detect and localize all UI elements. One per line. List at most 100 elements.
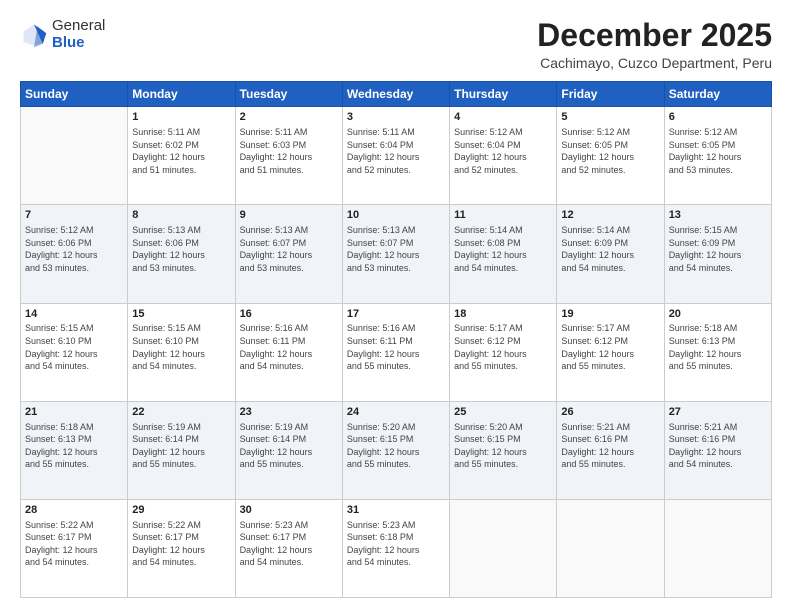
table-row: 13Sunrise: 5:15 AM Sunset: 6:09 PM Dayli… xyxy=(664,205,771,303)
day-number: 10 xyxy=(347,208,445,223)
day-detail: Sunrise: 5:15 AM Sunset: 6:10 PM Dayligh… xyxy=(132,322,230,372)
day-number: 14 xyxy=(25,307,123,322)
table-row: 30Sunrise: 5:23 AM Sunset: 6:17 PM Dayli… xyxy=(235,499,342,597)
page: General Blue December 2025 Cachimayo, Cu… xyxy=(0,0,792,612)
day-detail: Sunrise: 5:13 AM Sunset: 6:07 PM Dayligh… xyxy=(347,224,445,274)
day-detail: Sunrise: 5:11 AM Sunset: 6:03 PM Dayligh… xyxy=(240,126,338,176)
table-row: 4Sunrise: 5:12 AM Sunset: 6:04 PM Daylig… xyxy=(450,107,557,205)
day-detail: Sunrise: 5:14 AM Sunset: 6:08 PM Dayligh… xyxy=(454,224,552,274)
main-title: December 2025 xyxy=(537,18,772,53)
day-detail: Sunrise: 5:12 AM Sunset: 6:05 PM Dayligh… xyxy=(561,126,659,176)
day-detail: Sunrise: 5:23 AM Sunset: 6:18 PM Dayligh… xyxy=(347,519,445,569)
day-detail: Sunrise: 5:16 AM Sunset: 6:11 PM Dayligh… xyxy=(347,322,445,372)
table-row: 14Sunrise: 5:15 AM Sunset: 6:10 PM Dayli… xyxy=(21,303,128,401)
table-row xyxy=(557,499,664,597)
day-detail: Sunrise: 5:20 AM Sunset: 6:15 PM Dayligh… xyxy=(454,421,552,471)
day-number: 5 xyxy=(561,110,659,125)
table-row: 23Sunrise: 5:19 AM Sunset: 6:14 PM Dayli… xyxy=(235,401,342,499)
table-row xyxy=(21,107,128,205)
calendar-header-row: Sunday Monday Tuesday Wednesday Thursday… xyxy=(21,82,772,107)
day-detail: Sunrise: 5:11 AM Sunset: 6:04 PM Dayligh… xyxy=(347,126,445,176)
table-row xyxy=(664,499,771,597)
logo-text: General Blue xyxy=(52,18,105,51)
table-row: 21Sunrise: 5:18 AM Sunset: 6:13 PM Dayli… xyxy=(21,401,128,499)
col-wednesday: Wednesday xyxy=(342,82,449,107)
col-tuesday: Tuesday xyxy=(235,82,342,107)
table-row: 9Sunrise: 5:13 AM Sunset: 6:07 PM Daylig… xyxy=(235,205,342,303)
day-detail: Sunrise: 5:22 AM Sunset: 6:17 PM Dayligh… xyxy=(132,519,230,569)
table-row: 16Sunrise: 5:16 AM Sunset: 6:11 PM Dayli… xyxy=(235,303,342,401)
day-detail: Sunrise: 5:14 AM Sunset: 6:09 PM Dayligh… xyxy=(561,224,659,274)
col-monday: Monday xyxy=(128,82,235,107)
day-number: 18 xyxy=(454,307,552,322)
table-row: 28Sunrise: 5:22 AM Sunset: 6:17 PM Dayli… xyxy=(21,499,128,597)
day-number: 3 xyxy=(347,110,445,125)
day-number: 25 xyxy=(454,405,552,420)
day-detail: Sunrise: 5:17 AM Sunset: 6:12 PM Dayligh… xyxy=(561,322,659,372)
table-row: 11Sunrise: 5:14 AM Sunset: 6:08 PM Dayli… xyxy=(450,205,557,303)
day-number: 27 xyxy=(669,405,767,420)
table-row xyxy=(450,499,557,597)
day-number: 29 xyxy=(132,503,230,518)
calendar-week-row: 14Sunrise: 5:15 AM Sunset: 6:10 PM Dayli… xyxy=(21,303,772,401)
day-detail: Sunrise: 5:17 AM Sunset: 6:12 PM Dayligh… xyxy=(454,322,552,372)
day-number: 12 xyxy=(561,208,659,223)
table-row: 26Sunrise: 5:21 AM Sunset: 6:16 PM Dayli… xyxy=(557,401,664,499)
table-row: 31Sunrise: 5:23 AM Sunset: 6:18 PM Dayli… xyxy=(342,499,449,597)
col-friday: Friday xyxy=(557,82,664,107)
day-detail: Sunrise: 5:22 AM Sunset: 6:17 PM Dayligh… xyxy=(25,519,123,569)
day-number: 4 xyxy=(454,110,552,125)
day-detail: Sunrise: 5:18 AM Sunset: 6:13 PM Dayligh… xyxy=(25,421,123,471)
day-detail: Sunrise: 5:12 AM Sunset: 6:05 PM Dayligh… xyxy=(669,126,767,176)
day-detail: Sunrise: 5:21 AM Sunset: 6:16 PM Dayligh… xyxy=(561,421,659,471)
calendar-table: Sunday Monday Tuesday Wednesday Thursday… xyxy=(20,81,772,598)
table-row: 1Sunrise: 5:11 AM Sunset: 6:02 PM Daylig… xyxy=(128,107,235,205)
table-row: 18Sunrise: 5:17 AM Sunset: 6:12 PM Dayli… xyxy=(450,303,557,401)
day-number: 28 xyxy=(25,503,123,518)
calendar-week-row: 28Sunrise: 5:22 AM Sunset: 6:17 PM Dayli… xyxy=(21,499,772,597)
calendar-week-row: 7Sunrise: 5:12 AM Sunset: 6:06 PM Daylig… xyxy=(21,205,772,303)
table-row: 3Sunrise: 5:11 AM Sunset: 6:04 PM Daylig… xyxy=(342,107,449,205)
table-row: 17Sunrise: 5:16 AM Sunset: 6:11 PM Dayli… xyxy=(342,303,449,401)
table-row: 15Sunrise: 5:15 AM Sunset: 6:10 PM Dayli… xyxy=(128,303,235,401)
day-detail: Sunrise: 5:15 AM Sunset: 6:09 PM Dayligh… xyxy=(669,224,767,274)
table-row: 7Sunrise: 5:12 AM Sunset: 6:06 PM Daylig… xyxy=(21,205,128,303)
logo-icon xyxy=(20,21,48,49)
day-number: 13 xyxy=(669,208,767,223)
table-row: 29Sunrise: 5:22 AM Sunset: 6:17 PM Dayli… xyxy=(128,499,235,597)
day-detail: Sunrise: 5:11 AM Sunset: 6:02 PM Dayligh… xyxy=(132,126,230,176)
day-number: 31 xyxy=(347,503,445,518)
table-row: 25Sunrise: 5:20 AM Sunset: 6:15 PM Dayli… xyxy=(450,401,557,499)
day-number: 9 xyxy=(240,208,338,223)
day-number: 26 xyxy=(561,405,659,420)
day-number: 23 xyxy=(240,405,338,420)
col-thursday: Thursday xyxy=(450,82,557,107)
day-detail: Sunrise: 5:13 AM Sunset: 6:06 PM Dayligh… xyxy=(132,224,230,274)
table-row: 5Sunrise: 5:12 AM Sunset: 6:05 PM Daylig… xyxy=(557,107,664,205)
day-number: 8 xyxy=(132,208,230,223)
day-number: 6 xyxy=(669,110,767,125)
day-detail: Sunrise: 5:19 AM Sunset: 6:14 PM Dayligh… xyxy=(132,421,230,471)
day-number: 2 xyxy=(240,110,338,125)
day-detail: Sunrise: 5:18 AM Sunset: 6:13 PM Dayligh… xyxy=(669,322,767,372)
table-row: 8Sunrise: 5:13 AM Sunset: 6:06 PM Daylig… xyxy=(128,205,235,303)
day-number: 24 xyxy=(347,405,445,420)
subtitle: Cachimayo, Cuzco Department, Peru xyxy=(537,55,772,71)
table-row: 12Sunrise: 5:14 AM Sunset: 6:09 PM Dayli… xyxy=(557,205,664,303)
calendar-week-row: 21Sunrise: 5:18 AM Sunset: 6:13 PM Dayli… xyxy=(21,401,772,499)
calendar-week-row: 1Sunrise: 5:11 AM Sunset: 6:02 PM Daylig… xyxy=(21,107,772,205)
day-number: 21 xyxy=(25,405,123,420)
day-detail: Sunrise: 5:16 AM Sunset: 6:11 PM Dayligh… xyxy=(240,322,338,372)
day-detail: Sunrise: 5:19 AM Sunset: 6:14 PM Dayligh… xyxy=(240,421,338,471)
table-row: 2Sunrise: 5:11 AM Sunset: 6:03 PM Daylig… xyxy=(235,107,342,205)
day-detail: Sunrise: 5:15 AM Sunset: 6:10 PM Dayligh… xyxy=(25,322,123,372)
day-number: 16 xyxy=(240,307,338,322)
table-row: 10Sunrise: 5:13 AM Sunset: 6:07 PM Dayli… xyxy=(342,205,449,303)
table-row: 20Sunrise: 5:18 AM Sunset: 6:13 PM Dayli… xyxy=(664,303,771,401)
day-number: 15 xyxy=(132,307,230,322)
col-sunday: Sunday xyxy=(21,82,128,107)
table-row: 6Sunrise: 5:12 AM Sunset: 6:05 PM Daylig… xyxy=(664,107,771,205)
header: General Blue December 2025 Cachimayo, Cu… xyxy=(20,18,772,71)
day-detail: Sunrise: 5:21 AM Sunset: 6:16 PM Dayligh… xyxy=(669,421,767,471)
col-saturday: Saturday xyxy=(664,82,771,107)
